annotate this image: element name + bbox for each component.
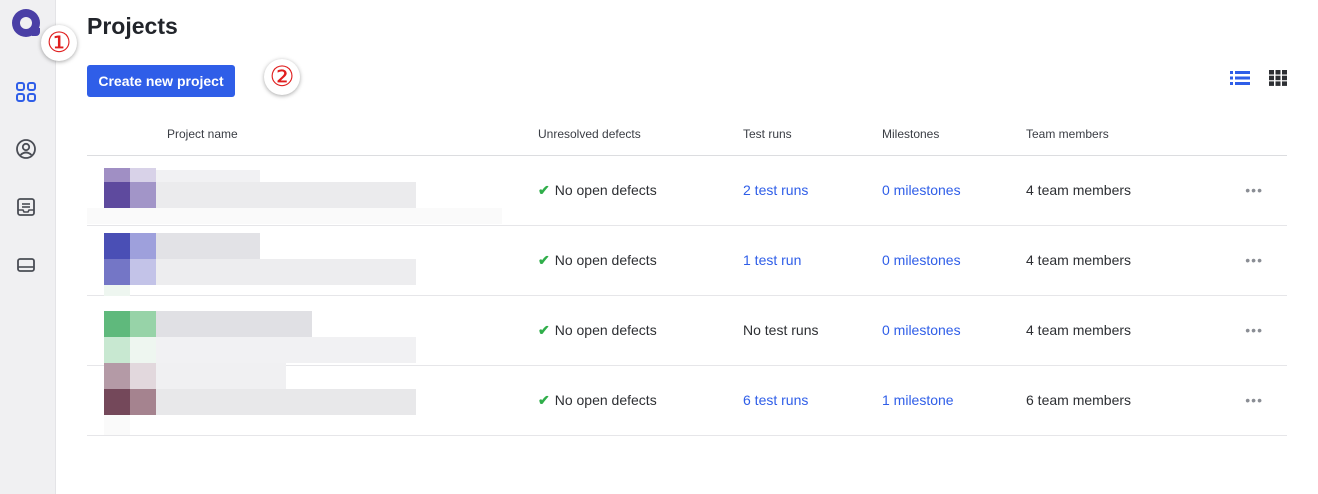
more-options-icon[interactable]: ••• xyxy=(1245,322,1263,338)
list-view-icon xyxy=(1230,71,1250,85)
test-runs-link[interactable]: 1 test run xyxy=(743,252,801,268)
check-icon: ✔ xyxy=(538,252,550,268)
grid-icon xyxy=(16,82,36,102)
sidebar xyxy=(0,0,56,494)
header-unresolved-defects: Unresolved defects xyxy=(538,127,641,141)
team-members-text: 4 team members xyxy=(1026,322,1132,338)
milestones-link[interactable]: 0 milestones xyxy=(882,252,961,268)
grid-view-toggle[interactable] xyxy=(1267,68,1289,88)
more-options-icon[interactable]: ••• xyxy=(1245,252,1263,268)
team-members-text: 4 team members xyxy=(1026,182,1132,198)
more-options-icon[interactable]: ••• xyxy=(1245,182,1263,198)
team-members-text: 4 team members xyxy=(1026,252,1132,268)
check-icon: ✔ xyxy=(538,322,550,338)
annotation-badge-1: ① xyxy=(41,25,77,61)
milestones-link[interactable]: 0 milestones xyxy=(882,182,961,198)
test-runs-link[interactable]: 6 test runs xyxy=(743,392,808,408)
project-name-blurred[interactable] xyxy=(87,363,507,436)
defects-text: No open defects xyxy=(554,322,657,338)
team-members-text: 6 team members xyxy=(1026,392,1132,408)
sidebar-item-projects[interactable] xyxy=(14,80,38,104)
check-icon: ✔ xyxy=(538,182,550,198)
header-team-members: Team members xyxy=(1026,127,1109,141)
header-project-name: Project name xyxy=(167,127,238,141)
defects-cell: ✔ No open defects xyxy=(538,252,657,269)
defects-cell: ✔ No open defects xyxy=(538,322,657,339)
sidebar-item-profile[interactable] xyxy=(14,137,38,161)
create-project-button[interactable]: Create new project xyxy=(87,65,235,97)
test-runs-link[interactable]: 2 test runs xyxy=(743,182,808,198)
defects-text: No open defects xyxy=(554,252,657,268)
table-header: Project name Unresolved defects Test run… xyxy=(87,114,1287,156)
table-row[interactable]: ✔ No open defects 2 test runs 0 milestone… xyxy=(87,156,1287,226)
projects-table: Project name Unresolved defects Test run… xyxy=(87,114,1287,436)
table-row[interactable]: ✔ No open defects 6 test runs 1 milestone… xyxy=(87,363,1287,436)
project-name-blurred[interactable] xyxy=(87,226,507,296)
more-options-icon[interactable]: ••• xyxy=(1245,392,1263,408)
annotation-badge-2: ② xyxy=(264,59,300,95)
header-test-runs: Test runs xyxy=(743,127,792,141)
header-milestones: Milestones xyxy=(882,127,940,141)
table-row[interactable]: ✔ No open defects No test runs 0 mileston… xyxy=(87,296,1287,366)
device-icon xyxy=(17,258,35,272)
check-icon: ✔ xyxy=(538,392,550,408)
project-name-blurred[interactable] xyxy=(87,296,507,366)
grid-view-icon xyxy=(1269,70,1287,86)
defects-cell: ✔ No open defects xyxy=(538,392,657,409)
defects-text: No open defects xyxy=(554,182,657,198)
list-view-toggle[interactable] xyxy=(1229,68,1251,88)
inbox-icon xyxy=(17,198,35,216)
test-runs-text: No test runs xyxy=(743,322,819,338)
sidebar-item-inbox[interactable] xyxy=(14,195,38,219)
defects-cell: ✔ No open defects xyxy=(538,182,657,199)
milestones-link[interactable]: 0 milestones xyxy=(882,322,961,338)
table-row[interactable]: ✔ No open defects 1 test run 0 milestones… xyxy=(87,226,1287,296)
user-circle-icon xyxy=(16,139,36,159)
page-title: Projects xyxy=(87,13,178,39)
milestones-link[interactable]: 1 milestone xyxy=(882,392,954,408)
sidebar-item-devices[interactable] xyxy=(14,253,38,277)
app-logo-tail xyxy=(32,28,40,36)
defects-text: No open defects xyxy=(554,392,657,408)
project-name-blurred[interactable] xyxy=(87,156,507,226)
